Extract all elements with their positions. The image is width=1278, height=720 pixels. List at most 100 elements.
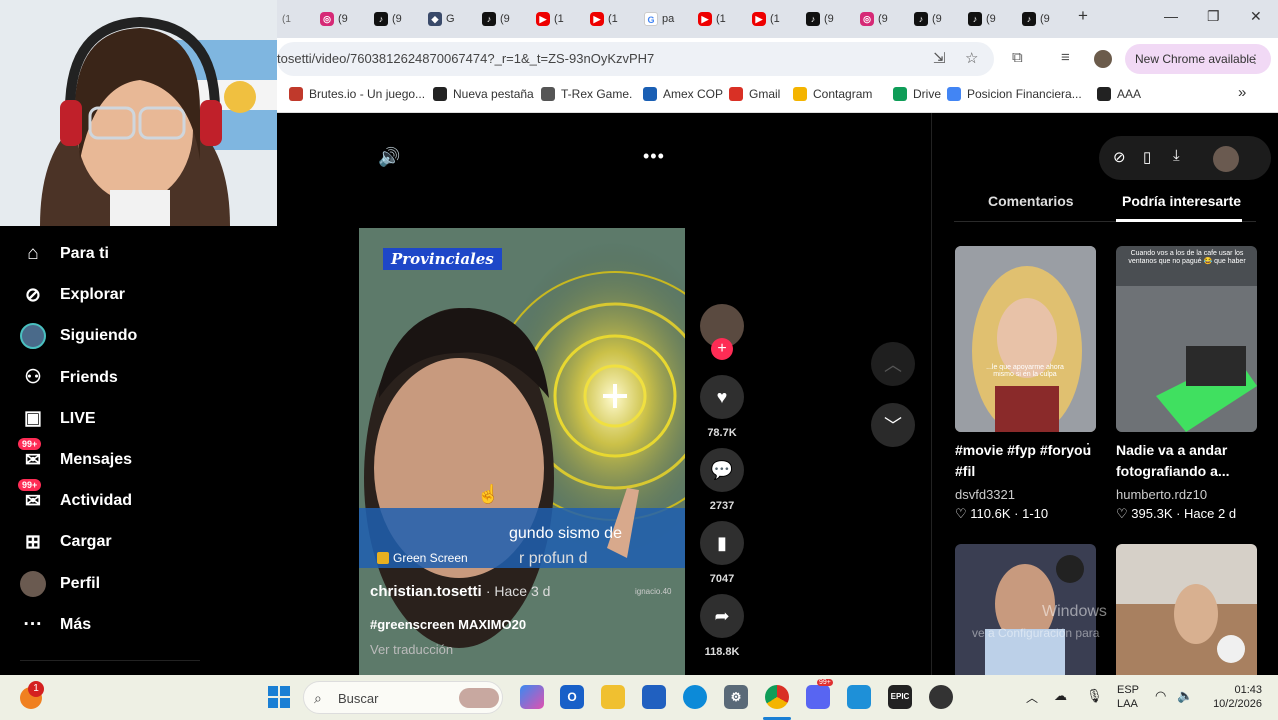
- app-icon[interactable]: [929, 685, 953, 709]
- more-bookmarks-icon[interactable]: »: [1238, 84, 1246, 101]
- card-username[interactable]: dsvfd3321: [955, 487, 1015, 502]
- volume-icon[interactable]: 🔊: [378, 147, 400, 168]
- browser-tab[interactable]: ◎ (9: [320, 8, 348, 30]
- clock[interactable]: 01:43 10/2/2026: [1206, 684, 1262, 710]
- suggested-thumbnail[interactable]: Cuando vos a los de la cafe usar los ven…: [1116, 246, 1257, 432]
- browser-tab[interactable]: (1: [282, 8, 291, 30]
- photos-icon[interactable]: [847, 685, 871, 709]
- share-button[interactable]: ➦ 118.8K: [700, 594, 744, 658]
- copilot-icon[interactable]: [520, 685, 544, 709]
- epic-games-icon[interactable]: EPIC: [888, 685, 912, 709]
- bookmark-item[interactable]: Nueva pestaña: [433, 87, 534, 101]
- sidebar-item-mensajes[interactable]: ✉ 99+ Mensajes: [18, 438, 132, 475]
- media-control-icon[interactable]: ≡: [1061, 49, 1070, 66]
- outlook-icon[interactable]: O: [560, 685, 584, 709]
- language-indicator[interactable]: ESP LAA: [1117, 684, 1139, 710]
- edge-icon[interactable]: [683, 685, 707, 709]
- address-bar[interactable]: tosetti/video/7603812624870067474?_r=1&_…: [277, 42, 994, 76]
- browser-tab[interactable]: ♪ (9: [1022, 8, 1050, 30]
- phone-icon[interactable]: ▯: [1143, 148, 1151, 166]
- speaker-icon[interactable]: 🔈: [1177, 688, 1193, 704]
- extensions-icon[interactable]: ⧉: [1012, 49, 1023, 66]
- browser-tab[interactable]: ◎ (9: [860, 8, 888, 30]
- card-username[interactable]: humberto.rdz10: [1116, 487, 1207, 502]
- new-tab-button[interactable]: +: [1078, 6, 1088, 26]
- bookmark-favicon-icon: [1097, 87, 1111, 101]
- browser-tab[interactable]: ♪ (9: [374, 8, 402, 30]
- microphone-icon[interactable]: 🎙: [1086, 688, 1103, 704]
- save-button[interactable]: ▮ 7047: [700, 521, 744, 585]
- discord-icon[interactable]: [806, 685, 830, 709]
- video-hashtags[interactable]: #greenscreen MAXIMO20: [370, 617, 526, 632]
- bookmark-item[interactable]: Contagram: [793, 87, 872, 101]
- notification-badge: 99+: [18, 479, 42, 492]
- more-options-icon[interactable]: •••: [643, 146, 665, 167]
- previous-video-button[interactable]: ︿: [871, 342, 915, 386]
- comment-button[interactable]: 💬 2737: [700, 448, 744, 512]
- browser-tab[interactable]: ♪ (9: [482, 8, 510, 30]
- browser-tab[interactable]: ▶ (1: [536, 8, 564, 30]
- file-explorer-icon[interactable]: [601, 685, 625, 709]
- browser-tab[interactable]: ♪ (9: [914, 8, 942, 30]
- sidebar-item-siguiendo[interactable]: Siguiendo: [20, 321, 137, 351]
- bookmark-item[interactable]: Gmail: [729, 87, 780, 101]
- author-avatar[interactable]: +: [700, 304, 744, 360]
- sidebar-item-explorar[interactable]: ⊘ Explorar: [20, 280, 125, 310]
- card-menu-icon[interactable]: ⋮: [1081, 440, 1095, 457]
- profile-avatar[interactable]: [1094, 50, 1112, 68]
- follow-plus-icon[interactable]: +: [711, 338, 733, 360]
- like-button[interactable]: ♥ 78.7K: [700, 375, 744, 439]
- sidebar-item-actividad[interactable]: ✉ 99+ Actividad: [18, 479, 132, 516]
- minimize-icon[interactable]: —: [1164, 8, 1178, 24]
- browser-tab[interactable]: ♪ (9: [806, 8, 834, 30]
- suggested-thumbnail[interactable]: [1116, 544, 1257, 675]
- browser-tab[interactable]: ♪ (9: [968, 8, 996, 30]
- heart-outline-icon: ♡: [955, 506, 967, 521]
- translate-link[interactable]: Ver traducción: [370, 642, 453, 657]
- sidebar-item-m-s[interactable]: ··· Más: [20, 610, 92, 640]
- browser-tab[interactable]: ▶ (1: [698, 8, 726, 30]
- taskbar-search[interactable]: ⌕ Buscar: [303, 681, 503, 714]
- sidebar-item-perfil[interactable]: Perfil: [20, 569, 100, 599]
- network-cloud-icon[interactable]: ☁: [1054, 688, 1067, 704]
- bookmark-item[interactable]: Brutes.io - Un juego...: [289, 87, 425, 101]
- suggested-thumbnail[interactable]: ...le que apoyarme ahora mismo si en la …: [955, 246, 1096, 432]
- user-avatar[interactable]: [1213, 146, 1239, 172]
- thumbnail-caption: Cuando vos a los de la cafe usar los ven…: [1128, 250, 1246, 265]
- next-video-button[interactable]: ﹀: [871, 403, 915, 447]
- download-icon[interactable]: ⤓: [1173, 147, 1180, 164]
- card-title[interactable]: Nadie va a andar fotografiando a...: [1116, 440, 1256, 482]
- bookmark-item[interactable]: Posicion Financiera...: [947, 87, 1082, 101]
- browser-tab[interactable]: ▶ (1: [590, 8, 618, 30]
- compass-icon[interactable]: ⊘: [1113, 148, 1126, 166]
- wifi-icon[interactable]: ◠: [1155, 688, 1166, 704]
- sidebar-item-friends[interactable]: ⚇ Friends: [20, 363, 117, 393]
- card-title[interactable]: #movie #fyp #foryou #fil: [955, 440, 1095, 482]
- close-window-icon[interactable]: ✕: [1250, 8, 1262, 25]
- sidebar-item-live[interactable]: ▣ LIVE: [20, 404, 96, 434]
- sidebar-item-cargar[interactable]: ⊞ Cargar: [20, 527, 112, 557]
- windows-start-icon[interactable]: [268, 686, 290, 708]
- restore-icon[interactable]: ❐: [1207, 8, 1220, 25]
- bookmark-item[interactable]: Amex COP: [643, 87, 723, 101]
- browser-tab[interactable]: ▶ (1: [752, 8, 780, 30]
- sidebar-item-para-ti[interactable]: ⌂ Para ti: [20, 239, 109, 269]
- tab-suggested[interactable]: Podría interesarte: [1122, 193, 1241, 209]
- bookmark-item[interactable]: T-Rex Game.: [541, 87, 632, 101]
- video-player[interactable]: Provinciales gundo sismo de r profun d i…: [359, 228, 685, 675]
- kebab-menu-icon[interactable]: ⋮: [1249, 44, 1261, 74]
- install-app-icon[interactable]: ⇲: [933, 49, 946, 67]
- video-author[interactable]: christian.tosetti · Hace 3 d: [370, 583, 550, 600]
- chrome-icon[interactable]: [765, 685, 789, 709]
- browser-tab[interactable]: ◆ G: [428, 8, 455, 30]
- store-icon[interactable]: [642, 685, 666, 709]
- tab-comments[interactable]: Comentarios: [988, 193, 1074, 209]
- bookmark-item[interactable]: AAA: [1097, 87, 1141, 101]
- browser-tab[interactable]: Gpa: [644, 8, 674, 30]
- settings-icon[interactable]: ⚙: [724, 685, 748, 709]
- bookmark-star-icon[interactable]: ☆: [965, 49, 978, 67]
- new-chrome-button[interactable]: New Chrome available ⋮: [1125, 44, 1271, 74]
- effect-tag[interactable]: Green Screen: [377, 551, 468, 565]
- bookmark-item[interactable]: Drive: [893, 87, 941, 101]
- tray-overflow-icon[interactable]: ︿: [1026, 689, 1038, 706]
